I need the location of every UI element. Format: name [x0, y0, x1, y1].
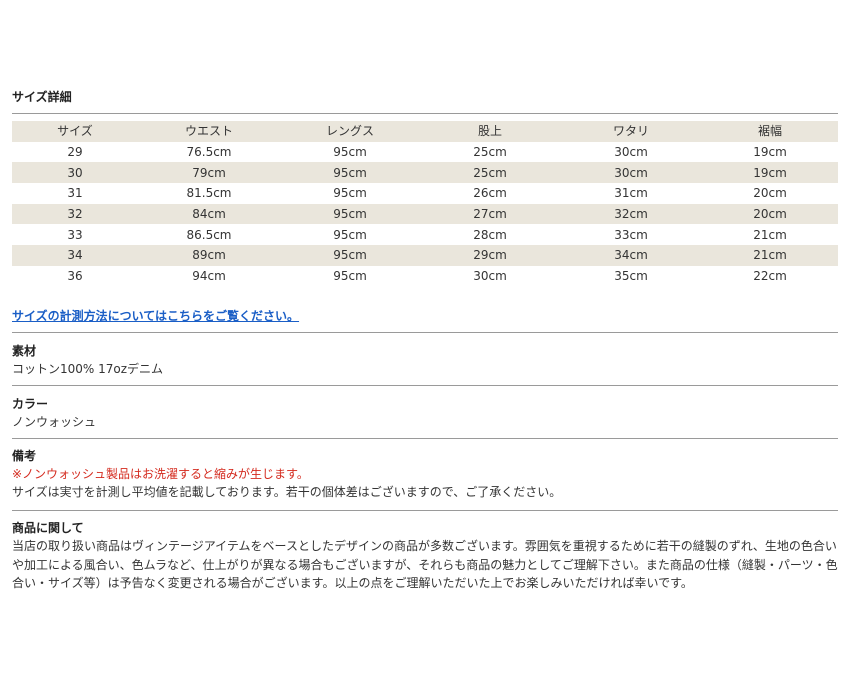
color-value: ノンウォッシュ [12, 415, 97, 429]
cell-length: 95cm [280, 203, 420, 225]
table-row: 30 79cm 95cm 25cm 30cm 19cm [12, 162, 838, 184]
cell-thigh: 32cm [560, 203, 702, 225]
material-title: 素材 [12, 344, 37, 358]
about-section: 商品に関して 当店の取り扱い商品はヴィンテージアイテムをベースとしたデザインの商… [12, 519, 838, 593]
cell-waist: 79cm [138, 162, 280, 184]
cell-rise: 26cm [473, 186, 507, 201]
cell-length: 95cm [280, 162, 420, 184]
divider [12, 385, 838, 386]
cell-thigh: 31cm [614, 186, 648, 201]
size-detail-title: サイズ詳細 [12, 90, 72, 104]
cell-thigh: 34cm [560, 245, 702, 266]
cell-length: 95cm [333, 145, 367, 160]
column-header-thigh: ワタリ [560, 121, 702, 142]
column-header-rise: 股上 [420, 121, 560, 142]
cell-thigh: 30cm [614, 145, 648, 160]
table-row: 29 76.5cm 95cm 25cm 30cm 19cm [12, 142, 838, 163]
cell-hem: 21cm [753, 227, 787, 242]
cell-rise: 27cm [420, 203, 560, 225]
about-title: 商品に関して [12, 521, 84, 535]
color-title: カラー [12, 397, 49, 411]
cell-size: 29 [67, 145, 83, 160]
table-row: 31 81.5cm 95cm 26cm 31cm 20cm [12, 183, 838, 204]
size-note: サイズは実寸を計測し平均値を記載しております。若干の個体差はございますので、ご了… [12, 485, 562, 499]
cell-size: 36 [67, 269, 83, 284]
cell-waist: 81.5cm [186, 186, 232, 201]
divider [12, 113, 838, 114]
cell-hem: 20cm [753, 186, 787, 201]
divider [12, 438, 838, 439]
cell-thigh: 30cm [560, 162, 702, 184]
divider [12, 332, 838, 333]
table-row: 34 89cm 95cm 29cm 34cm 21cm [12, 245, 838, 266]
cell-rise: 29cm [420, 245, 560, 266]
cell-length: 95cm [333, 227, 367, 242]
cell-size: 30 [12, 162, 138, 184]
cell-waist: 94cm [192, 269, 226, 284]
remarks-title: 備考 [12, 449, 37, 463]
size-table: サイズ ウエスト レングス 股上 ワタリ 裾幅 29 76.5cm 95cm 2… [12, 121, 838, 287]
cell-hem: 21cm [702, 245, 838, 266]
cell-waist: 84cm [138, 203, 280, 225]
table-row: 36 94cm 95cm 30cm 35cm 22cm [12, 266, 838, 287]
cell-hem: 19cm [702, 162, 838, 184]
cell-waist: 89cm [138, 245, 280, 266]
cell-hem: 22cm [753, 269, 787, 284]
cell-length: 95cm [280, 245, 420, 266]
cell-size: 34 [12, 245, 138, 266]
material-section: 素材 コットン100% 17ozデニム [12, 342, 838, 378]
shrink-warning: ※ノンウォッシュ製品はお洗濯すると縮みが生じます。 [12, 467, 309, 481]
size-table-header-row: サイズ ウエスト レングス 股上 ワタリ 裾幅 [12, 121, 838, 142]
column-header-length: レングス [280, 121, 420, 142]
column-header-size: サイズ [12, 121, 138, 142]
about-text: 当店の取り扱い商品はヴィンテージアイテムをベースとしたデザインの商品が多数ござい… [12, 539, 838, 590]
cell-length: 95cm [333, 269, 367, 284]
table-row: 33 86.5cm 95cm 28cm 33cm 21cm [12, 224, 838, 245]
color-section: カラー ノンウォッシュ [12, 395, 838, 431]
cell-rise: 25cm [473, 145, 507, 160]
divider [12, 510, 838, 511]
cell-waist: 76.5cm [186, 145, 232, 160]
cell-length: 95cm [333, 186, 367, 201]
cell-size: 33 [67, 227, 83, 242]
material-value: コットン100% 17ozデニム [12, 362, 164, 376]
table-row: 32 84cm 95cm 27cm 32cm 20cm [12, 203, 838, 225]
cell-thigh: 35cm [614, 269, 648, 284]
column-header-hem: 裾幅 [702, 121, 838, 142]
cell-hem: 20cm [702, 203, 838, 225]
cell-rise: 28cm [473, 227, 507, 242]
cell-size: 32 [12, 203, 138, 225]
cell-hem: 19cm [753, 145, 787, 160]
cell-size: 31 [67, 186, 83, 201]
size-measurement-link[interactable]: サイズの計測方法についてはこちらをご覧ください。 [12, 308, 299, 324]
cell-waist: 86.5cm [186, 227, 232, 242]
column-header-waist: ウエスト [138, 121, 280, 142]
cell-rise: 30cm [473, 269, 507, 284]
remarks-section: 備考 ※ノンウォッシュ製品はお洗濯すると縮みが生じます。 サイズは実寸を計測し平… [12, 447, 838, 501]
cell-thigh: 33cm [614, 227, 648, 242]
cell-rise: 25cm [420, 162, 560, 184]
